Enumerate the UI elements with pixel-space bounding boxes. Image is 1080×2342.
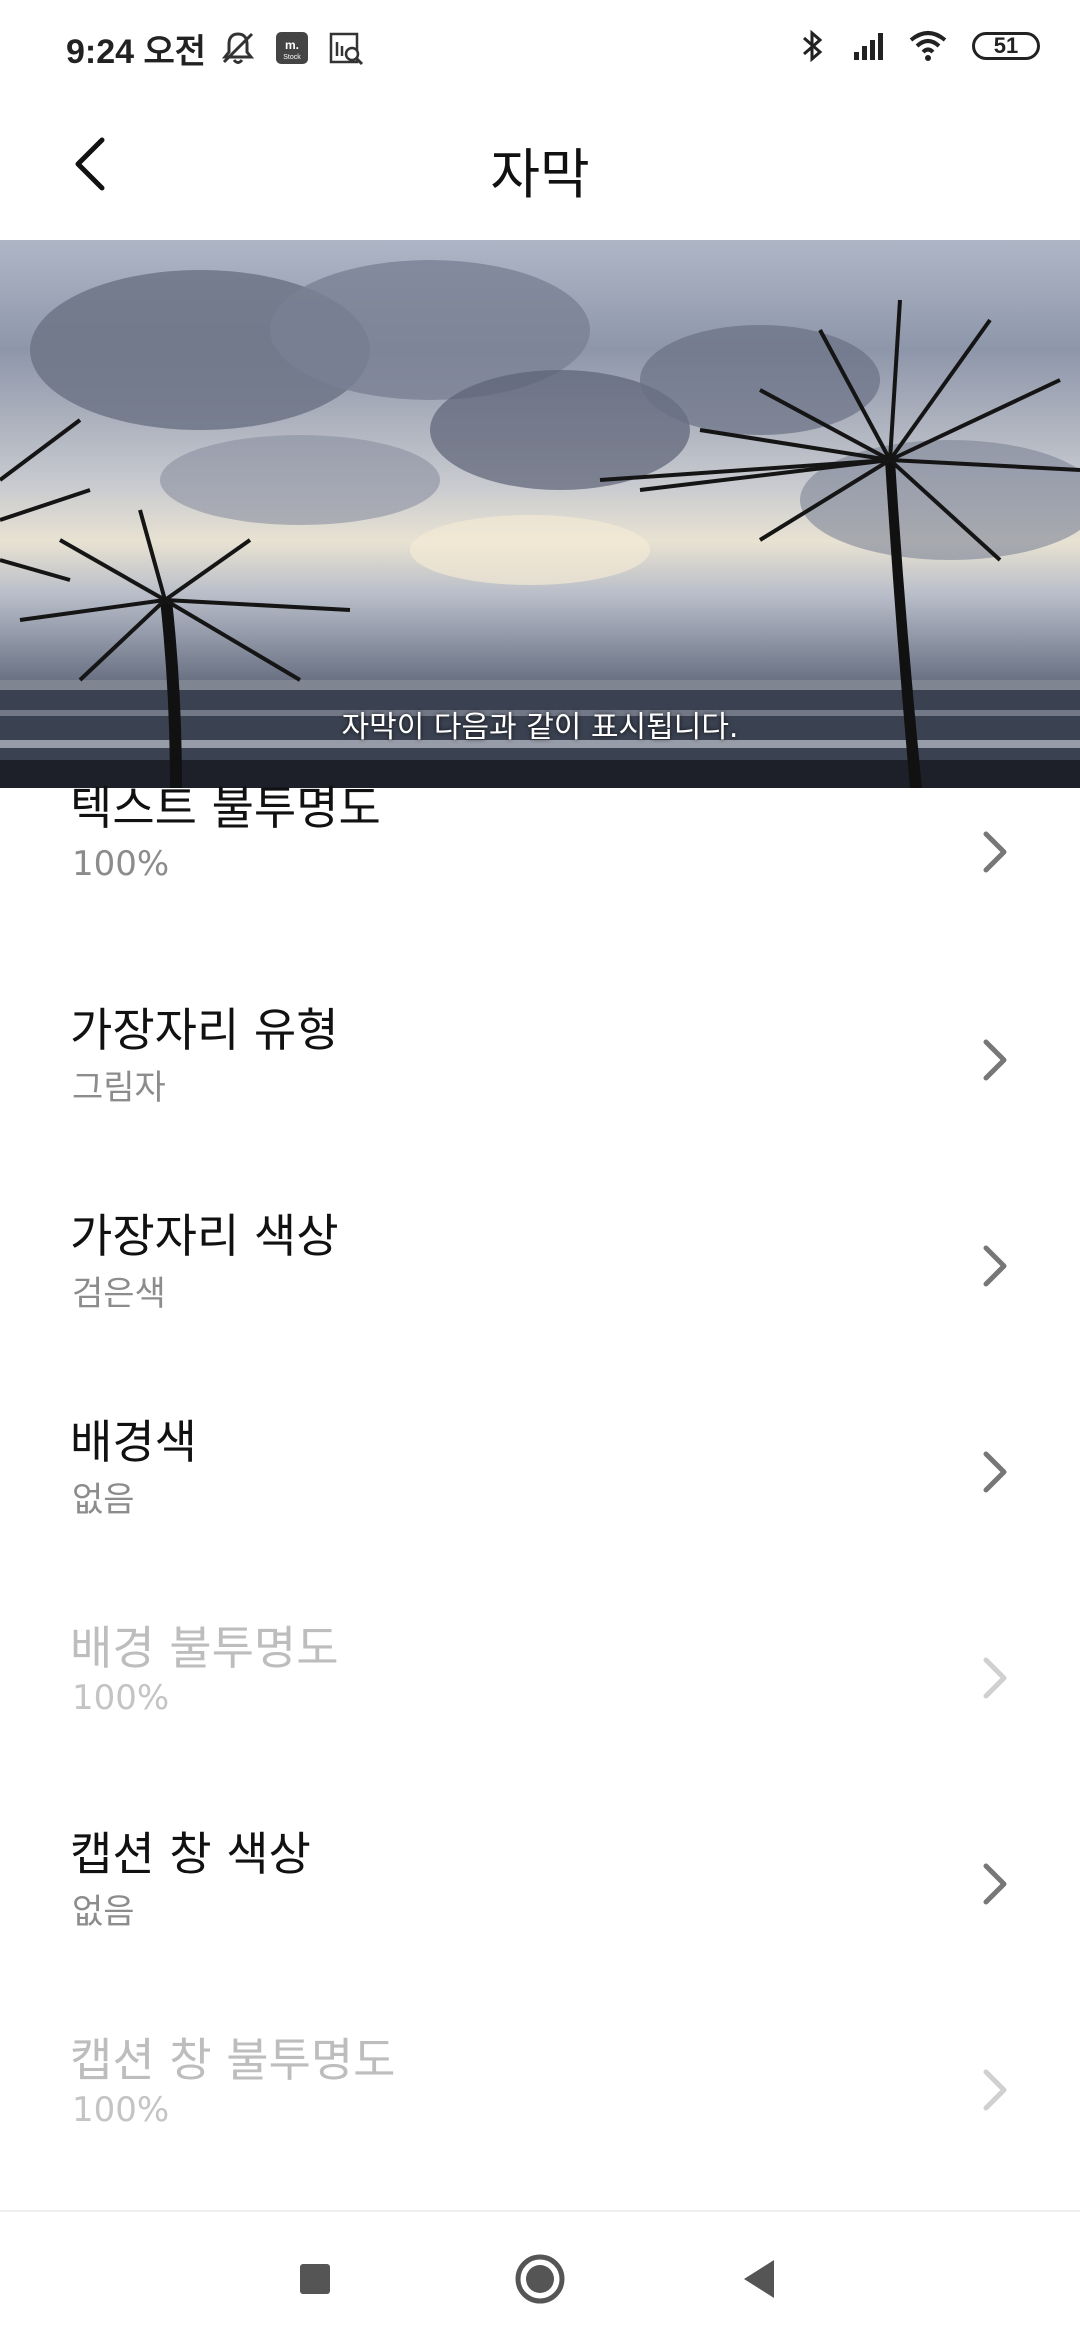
setting-value: 그림자: [72, 1068, 166, 1108]
setting-value: 없음: [72, 1892, 135, 1932]
chevron-right-icon: [983, 1657, 1007, 1699]
setting-title: 캡션 창 불투명도: [70, 2033, 396, 2087]
page-title: 자막: [490, 143, 590, 206]
setting-title: 캡션 창 색상: [70, 1827, 311, 1881]
chevron-right-icon: [983, 831, 1007, 873]
caption-preview: 자막이 다음과 같이 표시됩니다.: [0, 240, 1080, 788]
setting-value: 100%: [72, 844, 170, 884]
setting-title: 텍스트 불투명도: [70, 781, 381, 835]
title-bar: 자막: [0, 100, 1080, 240]
setting-text-opacity[interactable]: 텍스트 불투명도 100%: [0, 781, 1080, 994]
chevron-right-icon: [983, 2069, 1007, 2111]
wifi-icon: [909, 31, 947, 61]
battery-icon: 51: [972, 32, 1040, 60]
battery-level: 51: [993, 33, 1019, 58]
setting-title: 가장자리 유형: [70, 1003, 339, 1057]
setting-background-opacity: 배경 불투명도 100%: [0, 1612, 1080, 1818]
setting-value: 검은색: [72, 1274, 166, 1314]
setting-value: 100%: [72, 2090, 170, 2130]
setting-edge-type[interactable]: 가장자리 유형 그림자: [0, 994, 1080, 1200]
home-circle-icon[interactable]: [505, 2244, 575, 2314]
recents-square-icon[interactable]: [280, 2244, 350, 2314]
chevron-right-icon: [983, 1245, 1007, 1287]
bluetooth-icon: [803, 29, 823, 63]
svg-text:m.: m.: [285, 38, 299, 52]
settings-list: 텍스트 불투명도 100% 가장자리 유형 그림자 가장자리 색상 검은색 배경…: [0, 781, 1080, 2230]
status-bar: 9:24 오전 m. Stock 51: [0, 0, 1080, 100]
back-triangle-icon[interactable]: [726, 2244, 796, 2314]
setting-edge-color[interactable]: 가장자리 색상 검은색: [0, 1200, 1080, 1406]
svg-text:Stock: Stock: [283, 54, 301, 61]
setting-caption-window-color[interactable]: 캡션 창 색상 없음: [0, 1818, 1080, 2024]
signal-icon: [854, 33, 883, 60]
chevron-right-icon: [983, 1451, 1007, 1493]
setting-caption-window-opacity: 캡션 창 불투명도 100%: [0, 2024, 1080, 2230]
setting-value: 없음: [72, 1480, 135, 1520]
setting-title: 배경 불투명도: [70, 1621, 339, 1675]
setting-value: 100%: [72, 1678, 170, 1718]
setting-background-color[interactable]: 배경색 없음: [0, 1406, 1080, 1612]
mstock-app-icon: m. Stock: [276, 32, 308, 64]
chevron-right-icon: [983, 1039, 1007, 1081]
preview-caption: 자막이 다음과 같이 표시됩니다.: [341, 710, 739, 745]
screen-search-icon: [329, 32, 364, 66]
chevron-right-icon: [983, 1863, 1007, 1905]
navigation-bar: [0, 2210, 1080, 2342]
notifications-off-icon: [221, 32, 255, 64]
setting-title: 가장자리 색상: [70, 1209, 339, 1263]
status-time: 9:24 오전: [66, 33, 207, 71]
setting-title: 배경색: [70, 1415, 197, 1469]
